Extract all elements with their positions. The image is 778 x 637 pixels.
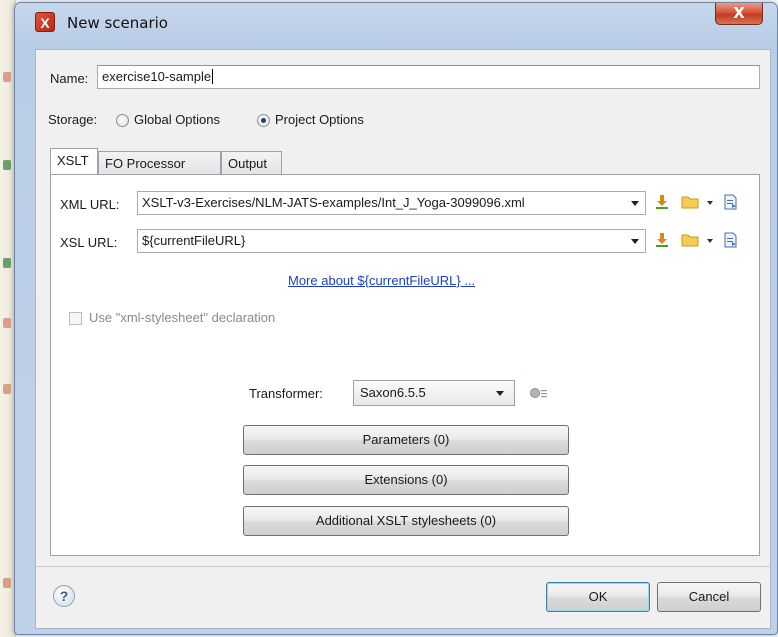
- transformer-select[interactable]: Saxon6.5.5: [353, 380, 515, 406]
- title-bar[interactable]: X New scenario X: [15, 3, 777, 43]
- new-scenario-dialog: X New scenario X Name: exercise10-sample…: [14, 2, 778, 635]
- xml-url-value: XSLT-v3-Exercises/NLM-JATS-examples/Int_…: [142, 195, 525, 210]
- cancel-button[interactable]: Cancel: [657, 582, 761, 612]
- download-arrow-icon[interactable]: [655, 232, 669, 248]
- radio-global-options-label[interactable]: Global Options: [134, 112, 220, 127]
- storage-label: Storage:: [48, 112, 98, 127]
- background-marker: [3, 160, 11, 170]
- dialog-title: New scenario: [67, 14, 168, 32]
- tab-strip: XSLT FO Processor Output: [50, 148, 760, 176]
- xsl-url-value: ${currentFileURL}: [142, 233, 246, 248]
- name-label: Name:: [50, 71, 89, 86]
- dialog-body: Name: exercise10-sample Storage: Global …: [35, 49, 771, 629]
- text-caret: [212, 69, 214, 84]
- xml-url-combo[interactable]: XSLT-v3-Exercises/NLM-JATS-examples/Int_…: [137, 191, 646, 215]
- processor-settings-icon[interactable]: [529, 387, 549, 399]
- name-input-value: exercise10-sample: [102, 69, 212, 84]
- radio-global-options[interactable]: [116, 114, 129, 127]
- chevron-down-icon[interactable]: [631, 239, 639, 244]
- transformer-value: Saxon6.5.5: [360, 385, 426, 400]
- ok-button[interactable]: OK: [546, 582, 650, 612]
- background-marker: [3, 258, 11, 268]
- background-marker: [3, 384, 11, 394]
- xsl-url-label: XSL URL:: [60, 235, 118, 250]
- help-icon[interactable]: ?: [53, 585, 75, 607]
- xsl-url-combo[interactable]: ${currentFileURL}: [137, 229, 646, 253]
- folder-menu-chevron-icon[interactable]: [707, 201, 713, 205]
- chevron-down-icon[interactable]: [631, 201, 639, 206]
- folder-icon[interactable]: [681, 195, 699, 209]
- folder-menu-chevron-icon[interactable]: [707, 239, 713, 243]
- edit-document-icon[interactable]: [724, 194, 737, 210]
- download-arrow-icon[interactable]: [655, 194, 669, 210]
- background-marker: [3, 72, 11, 82]
- footer-separator: [36, 566, 770, 567]
- parameters-button[interactable]: Parameters (0): [243, 425, 569, 455]
- radio-project-options[interactable]: [257, 114, 270, 127]
- xslt-tab-panel: XML URL: XSLT-v3-Exercises/NLM-JATS-exam…: [50, 174, 760, 556]
- use-xml-stylesheet-label: Use "xml-stylesheet" declaration: [89, 310, 276, 325]
- close-button[interactable]: X: [715, 3, 763, 25]
- background-marker: [3, 578, 11, 588]
- chevron-down-icon[interactable]: [496, 391, 504, 396]
- folder-icon[interactable]: [681, 233, 699, 247]
- extensions-button[interactable]: Extensions (0): [243, 465, 569, 495]
- more-about-link[interactable]: More about ${currentFileURL} ...: [288, 273, 475, 288]
- tab-fo-processor[interactable]: FO Processor: [98, 151, 221, 175]
- transformer-label: Transformer:: [249, 386, 323, 401]
- background-marker: [3, 318, 11, 328]
- xml-url-label: XML URL:: [60, 197, 120, 212]
- name-input[interactable]: exercise10-sample: [97, 65, 760, 89]
- edit-document-icon[interactable]: [724, 232, 737, 248]
- use-xml-stylesheet-checkbox[interactable]: [69, 312, 82, 325]
- tab-xslt[interactable]: XSLT: [50, 148, 98, 175]
- tab-output[interactable]: Output: [221, 151, 282, 175]
- radio-project-options-label[interactable]: Project Options: [275, 112, 364, 127]
- additional-xslt-stylesheets-button[interactable]: Additional XSLT stylesheets (0): [243, 506, 569, 536]
- app-logo-icon: X: [35, 12, 55, 32]
